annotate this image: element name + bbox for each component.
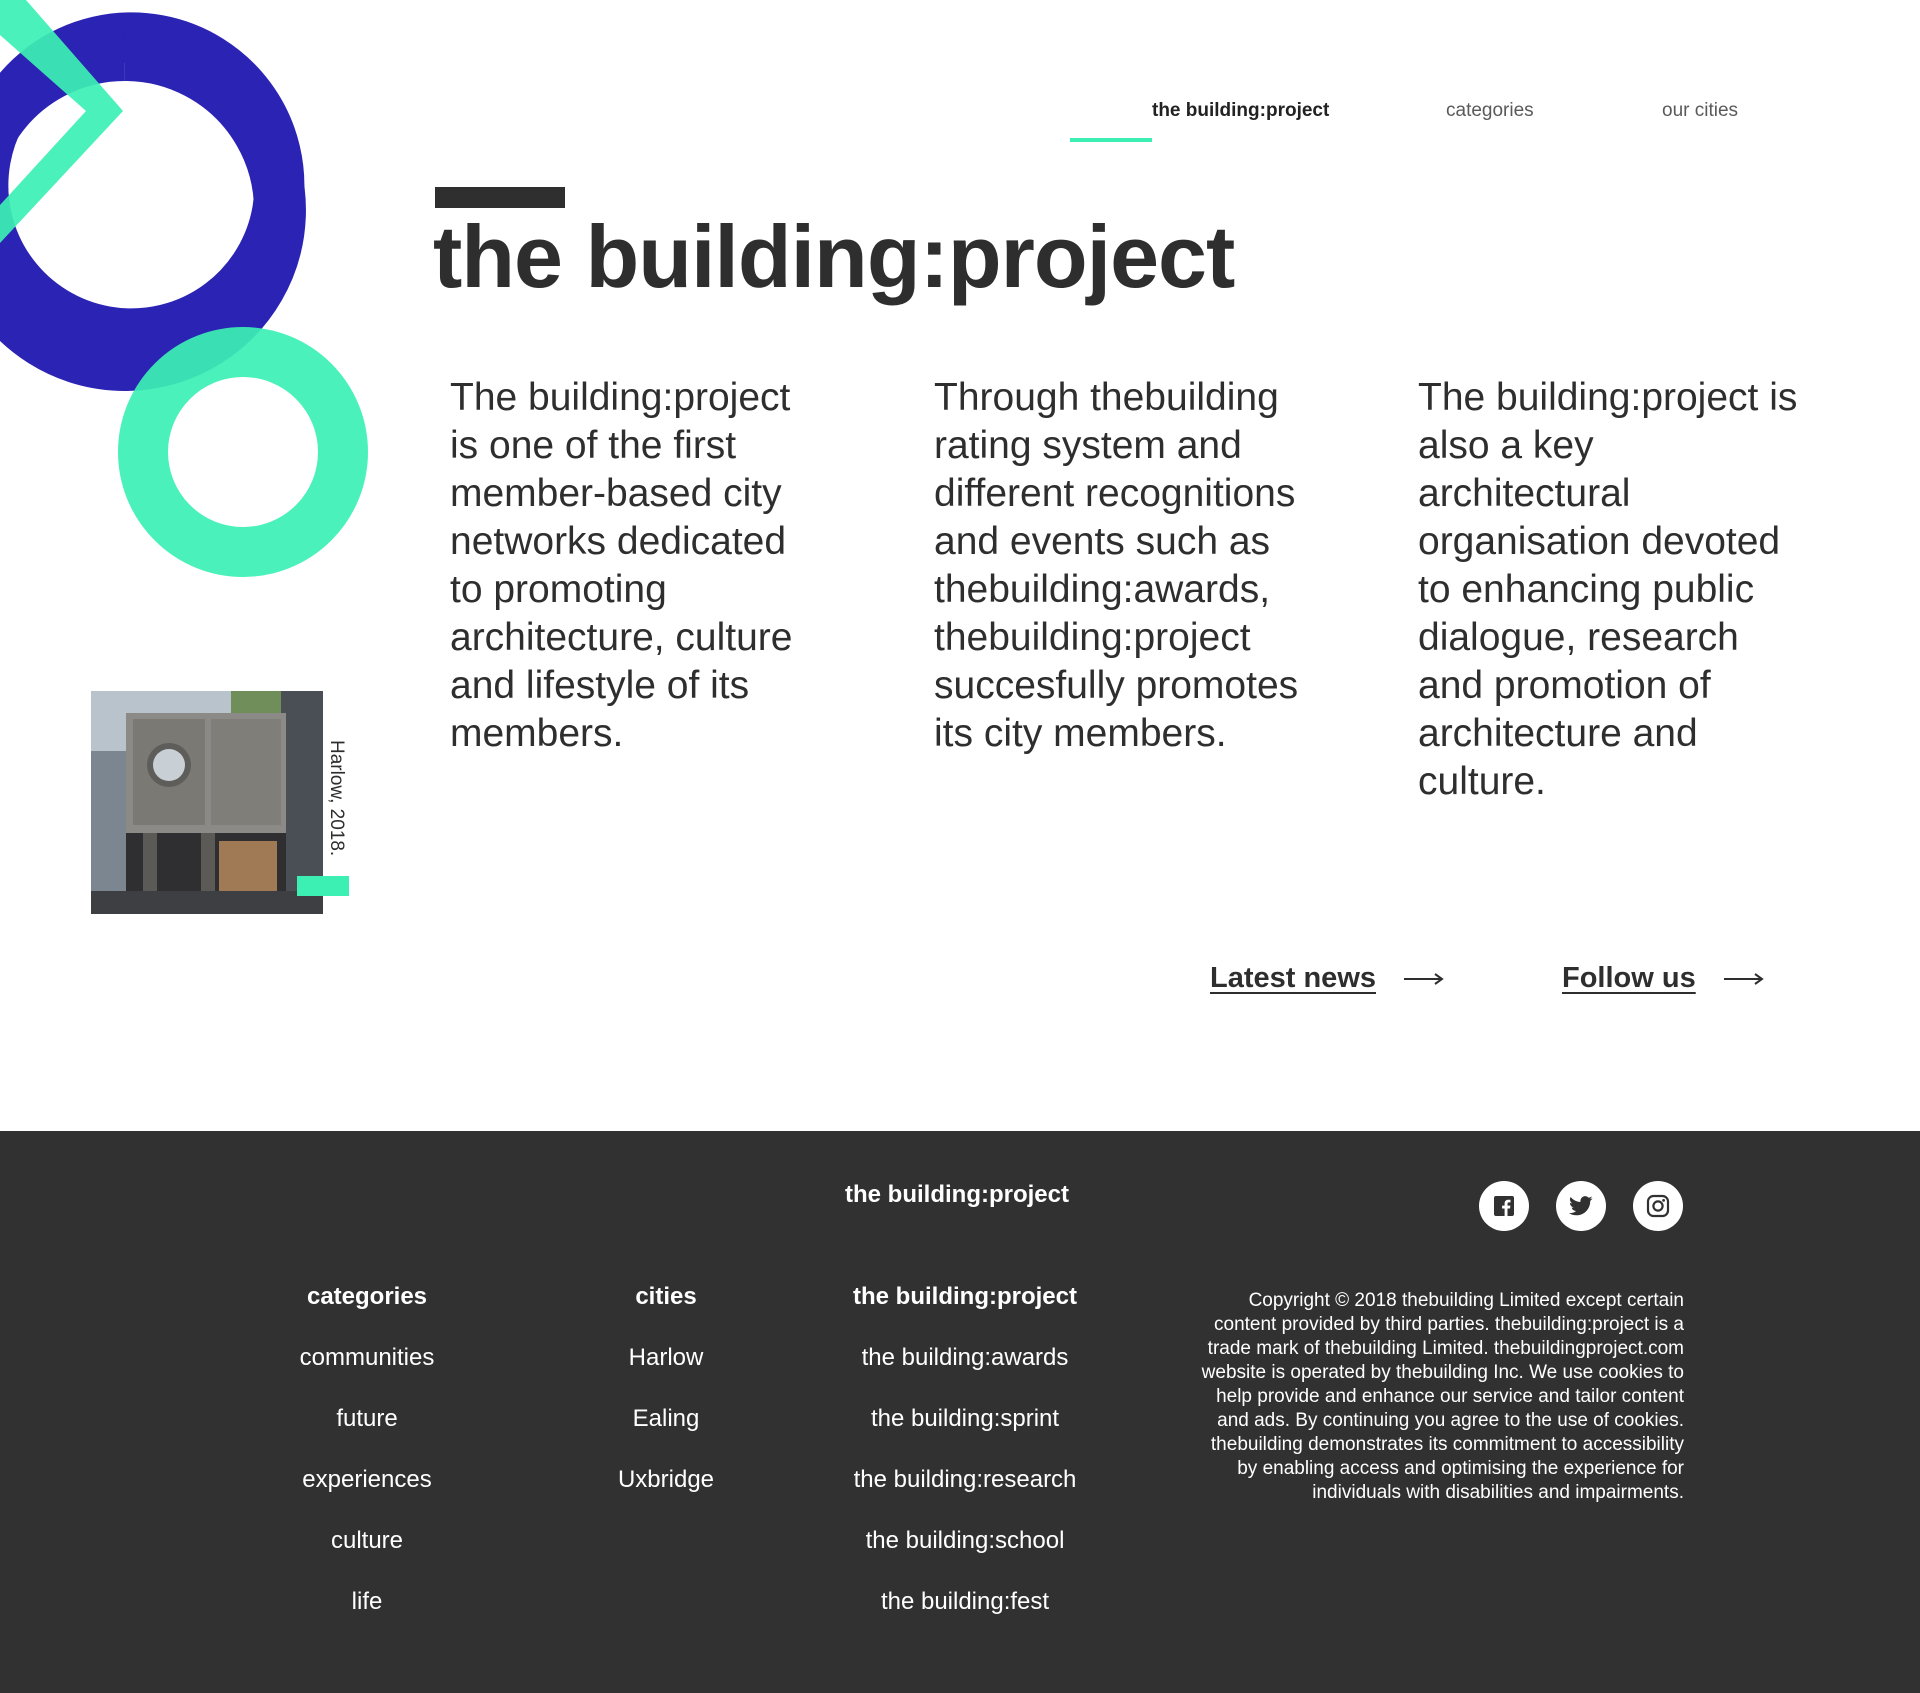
arrow-right-icon [1404, 972, 1444, 985]
footer-column-project: the building:project the building:awards… [835, 1283, 1095, 1649]
page-title-regular: project [947, 207, 1235, 306]
footer-heading-cities: cities [635, 1283, 697, 1310]
footer-link-awards[interactable]: the building:awards [835, 1344, 1095, 1405]
brand-logo-graphic [0, 0, 368, 577]
footer-heading-categories: categories [306, 1283, 428, 1310]
follow-us-link[interactable]: Follow us [1562, 962, 1764, 995]
copyright-notice: Copyright © 2018 thebuilding Limited exc… [1201, 1290, 1684, 1503]
intro-column-3: The building:project is also a key archi… [1418, 376, 1798, 803]
footer-link-communities[interactable]: communities [237, 1344, 497, 1405]
arrow-right-icon [1723, 972, 1764, 985]
footer-brand[interactable]: the building:project [845, 1181, 1069, 1209]
nav-item-categories[interactable]: categories [1446, 100, 1534, 122]
title-accent-bar [435, 187, 565, 208]
latest-news-link[interactable]: Latest news [1210, 962, 1444, 995]
photo-accent-bar [297, 876, 349, 896]
footer-link-school[interactable]: the building:school [835, 1527, 1095, 1588]
page-title-bold: the building: [433, 207, 949, 306]
footer-column-categories: categories communities future experience… [237, 1283, 497, 1649]
footer-link-sprint[interactable]: the building:sprint [835, 1405, 1095, 1466]
intro-column-1: The building:project is one of the first… [450, 376, 793, 755]
footer-link-future[interactable]: future [237, 1405, 497, 1466]
footer-link-harlow[interactable]: Harlow [536, 1344, 796, 1405]
follow-us-label: Follow us [1562, 962, 1696, 994]
photo-illustration [91, 691, 323, 914]
footer-link-fest[interactable]: the building:fest [835, 1588, 1095, 1649]
instagram-button[interactable] [1633, 1181, 1683, 1231]
twitter-icon [1569, 1196, 1593, 1216]
harlow-building-photo [91, 691, 323, 914]
footer-link-life[interactable]: life [237, 1588, 497, 1649]
instagram-icon [1646, 1194, 1670, 1218]
photo-caption: Harlow, 2018. [326, 740, 347, 857]
main-navigation: the building:project categories our citi… [1060, 100, 1780, 144]
intro-column-2: Through thebuilding rating system and di… [934, 376, 1299, 755]
twitter-button[interactable] [1556, 1181, 1606, 1231]
site-footer: the building:project categories communit… [0, 1131, 1920, 1693]
footer-column-cities: cities Harlow Ealing Uxbridge [536, 1283, 796, 1527]
footer-link-uxbridge[interactable]: Uxbridge [536, 1466, 796, 1527]
nav-item-the-building-project[interactable]: the building:project [1152, 100, 1329, 122]
footer-link-culture[interactable]: culture [237, 1527, 497, 1588]
footer-link-ealing[interactable]: Ealing [536, 1405, 796, 1466]
footer-heading-project: the building:project [853, 1283, 1077, 1310]
footer-link-experiences[interactable]: experiences [237, 1466, 497, 1527]
page-title: the building:project [433, 206, 1235, 307]
active-tab-indicator [1070, 138, 1152, 142]
footer-link-research[interactable]: the building:research [835, 1466, 1095, 1527]
latest-news-label: Latest news [1210, 962, 1376, 994]
nav-item-our-cities[interactable]: our cities [1662, 100, 1738, 122]
facebook-button[interactable] [1479, 1181, 1529, 1231]
facebook-icon [1494, 1196, 1514, 1216]
